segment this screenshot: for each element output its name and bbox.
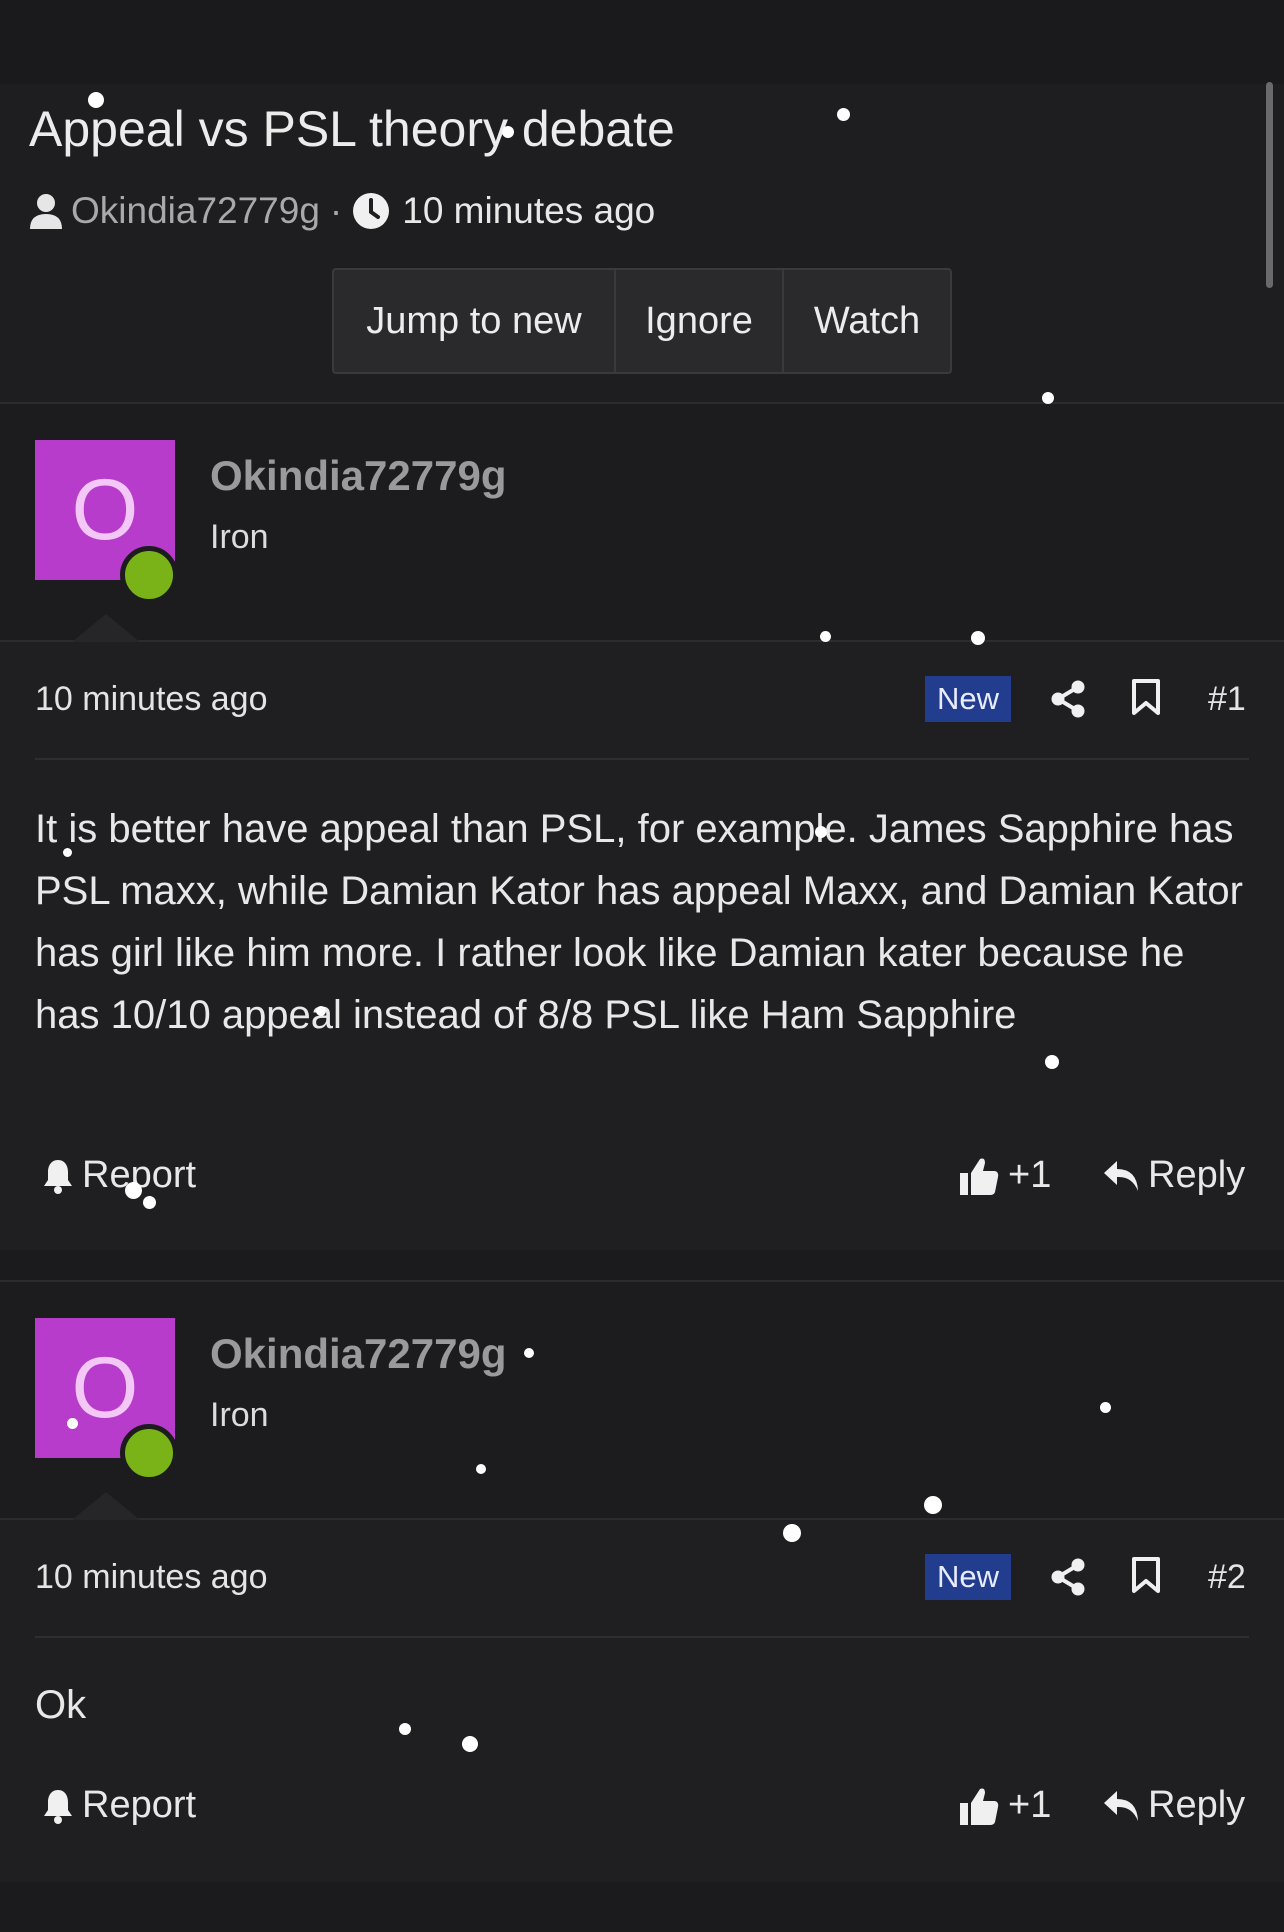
snowflake xyxy=(783,1524,801,1542)
snowflake xyxy=(971,631,985,645)
thread-author[interactable]: Okindia72779g xyxy=(71,190,320,232)
reply-icon xyxy=(1104,1160,1138,1191)
post-user-rank: Iron xyxy=(210,518,269,556)
snowflake xyxy=(476,1464,486,1474)
divider xyxy=(35,758,1249,760)
meta-separator: · xyxy=(329,190,343,231)
snowflake xyxy=(1042,392,1054,404)
post-number[interactable]: #2 xyxy=(1208,1558,1246,1597)
snowflake xyxy=(815,826,827,838)
post-username[interactable]: Okindia72779g xyxy=(210,1330,506,1378)
reply-button[interactable]: Reply xyxy=(1102,1784,1245,1827)
jump-to-new-button[interactable]: Jump to new xyxy=(334,270,616,372)
snowflake xyxy=(88,92,104,108)
snowflake xyxy=(125,1182,142,1199)
reply-icon xyxy=(1104,1790,1138,1821)
post-username[interactable]: Okindia72779g xyxy=(210,452,506,500)
snowflake xyxy=(63,848,72,857)
top-strip xyxy=(0,0,1284,84)
like-count: +1 xyxy=(1008,1784,1052,1826)
post-user-block: O Okindia72779g Iron xyxy=(0,404,1284,642)
online-indicator xyxy=(120,1424,178,1482)
thread-action-group: Jump to new Ignore Watch xyxy=(332,268,952,374)
snowflake xyxy=(820,631,831,642)
post-number[interactable]: #1 xyxy=(1208,680,1246,719)
user-icon xyxy=(29,193,63,229)
post-body: It is better have appeal than PSL, for e… xyxy=(35,807,1243,1037)
snowflake xyxy=(1045,1055,1059,1069)
snowflake xyxy=(399,1723,411,1735)
snowflake xyxy=(837,108,850,121)
snowflake xyxy=(316,1006,326,1016)
post-user-rank: Iron xyxy=(210,1396,269,1434)
like-button[interactable]: +1 xyxy=(958,1154,1051,1197)
bell-icon xyxy=(44,1789,72,1824)
bookmark-icon[interactable] xyxy=(1131,1556,1161,1599)
report-button[interactable]: Report xyxy=(42,1154,196,1197)
report-button[interactable]: Report xyxy=(42,1784,196,1827)
reply-label: Reply xyxy=(1148,1784,1246,1826)
new-badge: New xyxy=(925,1554,1011,1600)
snowflake xyxy=(67,1418,78,1429)
post-user-block: O Okindia72779g Iron xyxy=(0,1282,1284,1520)
snowflake xyxy=(143,1196,156,1209)
post-body: Ok xyxy=(35,1683,87,1727)
scrollbar[interactable] xyxy=(1266,82,1273,288)
user-block-pointer xyxy=(72,614,140,642)
thread-meta: Okindia72779g · 10 minutes ago xyxy=(29,190,655,232)
new-badge: New xyxy=(925,676,1011,722)
snowflake xyxy=(1100,1402,1111,1413)
report-label: Report xyxy=(82,1784,197,1826)
snowflake xyxy=(524,1348,534,1358)
online-indicator xyxy=(120,546,178,604)
thread-time: 10 minutes ago xyxy=(402,190,656,231)
divider xyxy=(35,1636,1249,1638)
bookmark-icon[interactable] xyxy=(1131,678,1161,721)
reply-label: Reply xyxy=(1148,1154,1246,1196)
ignore-button[interactable]: Ignore xyxy=(616,270,784,372)
bell-icon xyxy=(44,1159,72,1194)
reply-button[interactable]: Reply xyxy=(1102,1154,1245,1197)
post-1: O Okindia72779g Iron 10 minutes ago New … xyxy=(0,402,1284,1250)
share-icon[interactable] xyxy=(1050,680,1086,723)
like-count: +1 xyxy=(1008,1154,1052,1196)
snowflake xyxy=(502,126,514,138)
watch-button[interactable]: Watch xyxy=(784,270,950,372)
post-2: O Okindia72779g Iron 10 minutes ago New … xyxy=(0,1280,1284,1882)
snowflake xyxy=(924,1496,942,1514)
thumbs-up-icon xyxy=(960,1158,999,1195)
share-icon[interactable] xyxy=(1050,1558,1086,1601)
thread-title: Appeal vs PSL theory debate xyxy=(29,101,675,157)
post-time[interactable]: 10 minutes ago xyxy=(35,1558,268,1597)
user-block-pointer xyxy=(72,1492,140,1520)
snowflake xyxy=(462,1736,478,1752)
post-time[interactable]: 10 minutes ago xyxy=(35,680,268,719)
like-button[interactable]: +1 xyxy=(958,1784,1051,1827)
clock-icon xyxy=(352,192,390,230)
thumbs-up-icon xyxy=(960,1788,999,1825)
